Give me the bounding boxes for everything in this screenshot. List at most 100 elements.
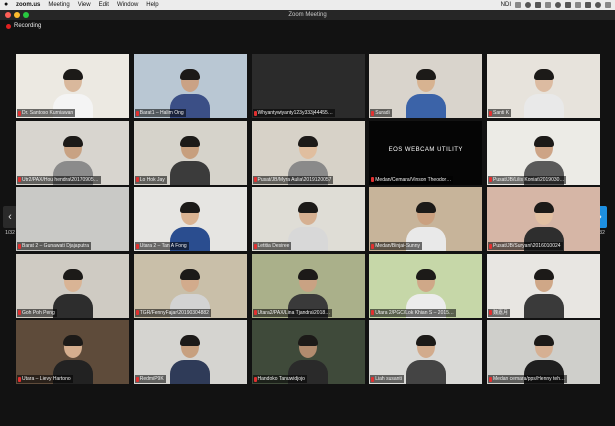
recording-indicator[interactable]: Recording: [6, 23, 41, 29]
gallery-view-grid: Dr. Santoso Kurniawan Barat1 – Halim Ong W…: [16, 54, 600, 384]
muted-mic-icon: [371, 110, 375, 116]
maximize-window-button[interactable]: [23, 12, 29, 18]
apple-icon[interactable]: ●: [4, 0, 11, 10]
participant-tile[interactable]: Dr. Santoso Kurniawan: [16, 54, 129, 118]
menu-item-help[interactable]: Help: [146, 0, 158, 10]
muted-mic-icon: [489, 110, 492, 116]
participant-tile[interactable]: Handoko Tanuwidjojo: [251, 320, 365, 384]
participant-name-tag: Goh Poh Peng: [17, 308, 57, 317]
menu-app-name[interactable]: zoom.us: [16, 0, 40, 10]
participant-name-tag: Barat 2 – Gunawati Djajaputra: [17, 242, 91, 250]
battery-icon[interactable]: [585, 2, 591, 8]
participant-hair: [180, 268, 201, 280]
participant-tile[interactable]: Liah susanti: [369, 320, 483, 384]
participant-name-tag: Utara2/PAX/Lina Tjandra\2018…: [252, 308, 333, 317]
participant-video: [170, 135, 211, 185]
status-icon[interactable]: [515, 2, 521, 8]
participant-name: 魏嘉月: [493, 309, 509, 316]
participant-tile[interactable]: Medan/Binjai-Sunny: [369, 187, 483, 251]
search-icon[interactable]: [595, 2, 601, 8]
muted-mic-icon: [253, 177, 257, 182]
participant-tile[interactable]: TGR/FennyFajar\20190304882: [133, 253, 247, 318]
participant-tile[interactable]: Utara 2/PGC/Lok Khian S – 2015…: [369, 253, 483, 318]
participant-video: [523, 268, 564, 318]
participant-tile[interactable]: Whyantywiyanty123y333j44455…: [251, 54, 365, 118]
participant-hair: [533, 335, 554, 346]
participant-name-tag: Medan/Cemara/Vinson Theodor…: [370, 175, 454, 184]
participant-body: [405, 94, 446, 118]
status-icon[interactable]: [525, 2, 531, 8]
participant-name-tag: Utr2/PAX/Hou hendra\20170905…: [17, 175, 101, 184]
participant-name: Handoko Tanuwidjojo: [257, 376, 305, 382]
participant-tile[interactable]: Suradi: [369, 54, 483, 118]
muted-mic-icon: [18, 310, 21, 315]
menu-item-window[interactable]: Window: [117, 0, 138, 10]
participant-hair: [180, 202, 201, 213]
macos-menu-bar: ● zoom.us Meeting View Edit Window Help …: [0, 0, 615, 10]
muted-mic-icon: [135, 110, 139, 116]
participant-name: Utara2/PAX/Lina Tjandra\2018…: [257, 309, 331, 316]
participant-name: Pusat/JB/Suryani\2016010024: [493, 243, 561, 249]
ndi-label[interactable]: NDI: [501, 0, 511, 10]
participant-video: [52, 268, 93, 318]
participant-tile[interactable]: Utr2/PAX/Hou hendra\20170905…: [16, 120, 129, 185]
minimize-window-button[interactable]: [14, 12, 20, 18]
muted-mic-icon: [489, 243, 492, 249]
participant-body: [523, 94, 564, 118]
participant-tile[interactable]: Barat1 – Halim Ong: [133, 54, 247, 118]
muted-mic-icon: [135, 310, 139, 315]
muted-mic-icon: [135, 243, 139, 249]
participant-hair: [180, 69, 201, 80]
participant-name: Liah susanti: [375, 376, 402, 382]
participant-tile[interactable]: 魏嘉月: [487, 253, 600, 318]
participant-tile[interactable]: EOS WEBCAM UTILITY Medan/Cemara/Vinson Th…: [369, 120, 483, 185]
wifi-icon[interactable]: [575, 2, 581, 8]
status-icon[interactable]: [545, 2, 551, 8]
participant-name: Pusat/JB/Lilis Koniat\2019030…: [493, 176, 565, 183]
muted-mic-icon: [135, 177, 139, 182]
participant-name: Letitia Desiree: [257, 243, 290, 249]
participant-hair: [62, 335, 83, 346]
participant-name: Whyantywiyanty123y333j44455…: [257, 110, 333, 116]
participant-body: [405, 360, 446, 384]
status-icon[interactable]: [565, 2, 571, 8]
muted-mic-icon: [489, 177, 492, 182]
participant-tile[interactable]: Lo Hok Jay: [133, 120, 247, 185]
menu-item-edit[interactable]: Edit: [99, 0, 109, 10]
participant-tile[interactable]: Utara – Lievy Hartono: [16, 320, 129, 384]
participant-hair: [533, 69, 554, 80]
video-overlay-text: EOS WEBCAM UTILITY: [388, 146, 463, 153]
status-area: NDI: [501, 0, 611, 10]
participant-tile[interactable]: Medan cemara/pps/Henny teh…: [487, 320, 600, 384]
menu-item-view[interactable]: View: [78, 0, 91, 10]
participant-name-tag: Pusat/JB/Suryani\2016010024: [488, 242, 563, 250]
participant-name-tag: Utara 2/PGC/Lok Khian S – 2015…: [370, 308, 456, 317]
participant-body: [170, 160, 211, 185]
muted-mic-icon: [371, 243, 375, 249]
participant-tile[interactable]: Santi K: [487, 54, 600, 118]
participant-tile[interactable]: Utara 2 – Tan A Fong: [133, 187, 247, 251]
participant-tile[interactable]: Letitia Desiree: [251, 187, 365, 251]
participant-tile[interactable]: RedmiP9K: [133, 320, 247, 384]
participant-name: Utara – Lievy Hartono: [22, 376, 71, 382]
participant-name-tag: Santi K: [488, 109, 512, 117]
participant-name-tag: Medan/Binjai-Sunny: [370, 242, 422, 250]
status-icon[interactable]: [555, 2, 561, 8]
participant-hair: [298, 135, 318, 147]
participant-tile[interactable]: Pusat/JB/Suryani\2016010024: [487, 187, 600, 251]
participant-name: Lo Hok Jay: [139, 176, 165, 183]
participant-name-tag: Letitia Desiree: [252, 242, 292, 250]
participant-tile[interactable]: Pusat/JB/Myra Aulia\2019120057: [251, 120, 365, 185]
status-icon[interactable]: [535, 2, 541, 8]
muted-mic-icon: [253, 110, 257, 116]
participant-tile[interactable]: Goh Poh Peng: [16, 253, 129, 318]
participant-tile[interactable]: Pusat/JB/Lilis Koniat\2019030…: [487, 120, 600, 185]
menu-item-meeting[interactable]: Meeting: [48, 0, 69, 10]
chevron-left-icon[interactable]: ‹: [3, 206, 17, 228]
participant-name: Medan cemara/pps/Henny teh…: [493, 376, 565, 382]
close-window-button[interactable]: [5, 12, 11, 18]
participant-name: Pusat/JB/Myra Aulia\2019120057: [257, 176, 332, 183]
participant-tile[interactable]: Barat 2 – Gunawati Djajaputra: [16, 187, 129, 251]
control-center-icon[interactable]: [605, 2, 611, 8]
participant-tile[interactable]: Utara2/PAX/Lina Tjandra\2018…: [251, 253, 365, 318]
